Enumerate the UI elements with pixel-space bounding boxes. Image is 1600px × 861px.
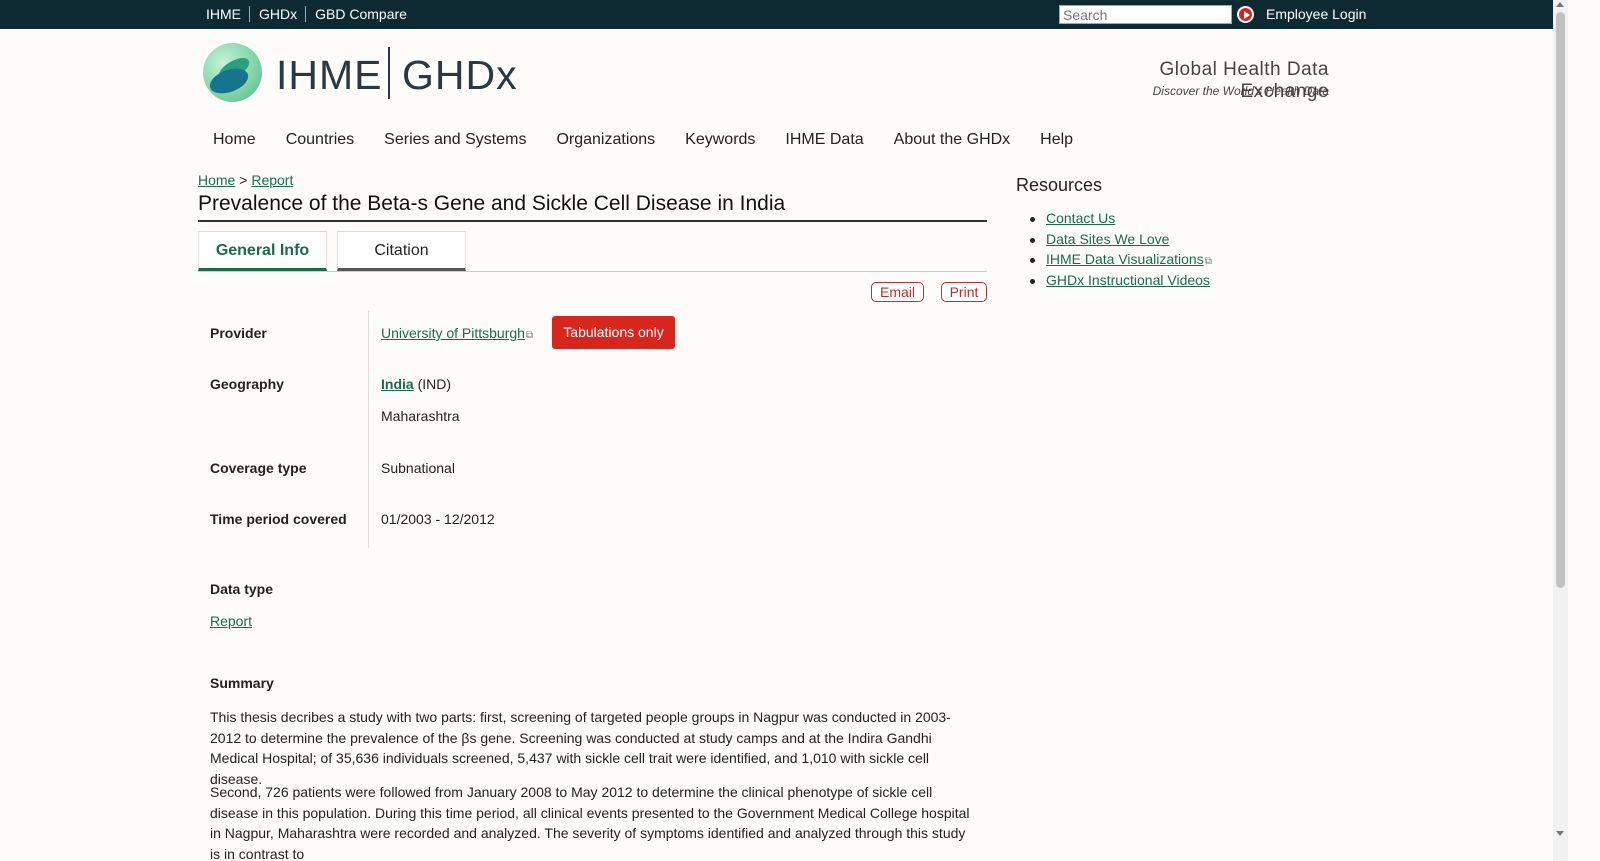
resource-item: IHME Data Visualizations⧉ [1030,251,1212,272]
geography-label: Geography [210,376,284,392]
top-link-ihme[interactable]: IHME [203,6,250,22]
main-nav: Home Countries Series and Systems Organi… [213,131,1103,149]
provider-link[interactable]: University of Pittsburgh [381,325,525,341]
logo-ihme-text[interactable]: IHME [276,52,383,99]
site-subtagline: Discover the World's Health Data [1152,84,1329,98]
logo-ghdx-text[interactable]: GHDx [402,52,518,99]
time-period-value: 01/2003 - 12/2012 [381,511,495,527]
resource-link-contact-us[interactable]: Contact Us [1046,210,1115,226]
nav-series-and-systems[interactable]: Series and Systems [384,131,526,149]
nav-ihme-data[interactable]: IHME Data [785,131,863,149]
data-type-label: Data type [210,581,274,597]
email-button[interactable]: Email [871,282,924,302]
top-bar: IHME GHDx GBD Compare Employee Login [0,0,1553,29]
page-scrollbar[interactable] [1553,0,1568,861]
employee-login-link[interactable]: Employee Login [1266,6,1366,22]
summary-paragraph-1: This thesis decribes a study with two pa… [210,709,951,787]
summary-label: Summary [210,675,274,691]
external-link-icon: ⧉ [525,330,534,341]
search-submit-icon[interactable] [1237,6,1254,23]
resources-list: Contact Us Data Sites We Love IHME Data … [1030,210,1212,292]
resource-item: Data Sites We Love [1030,231,1212,252]
resources-title: Resources [1016,175,1103,195]
nav-help[interactable]: Help [1040,131,1073,149]
geography-region: Maharashtra [381,408,460,424]
nav-countries[interactable]: Countries [286,131,354,149]
tab-general-info[interactable]: General Info [198,231,327,271]
details-divider [368,311,369,548]
scroll-up-arrow-icon[interactable] [1556,2,1564,7]
scrollbar-thumb[interactable] [1556,12,1565,588]
time-period-label: Time period covered [210,511,347,527]
resource-link-videos[interactable]: GHDx Instructional Videos [1046,272,1210,288]
provider-value: University of Pittsburgh⧉ [381,325,533,341]
geography-value: India (IND) [381,376,451,392]
top-links: IHME GHDx GBD Compare [203,6,421,22]
scroll-down-arrow-icon[interactable] [1556,831,1564,836]
resource-link-data-sites[interactable]: Data Sites We Love [1046,231,1169,247]
data-type-link[interactable]: Report [210,613,252,629]
tab-citation[interactable]: Citation [337,231,466,271]
geography-country-link[interactable]: India [381,376,414,392]
search-input[interactable] [1059,5,1232,24]
summary-paragraph-2: Second, 726 patients were followed from … [210,784,970,861]
resource-link-visualizations[interactable]: IHME Data Visualizations [1046,251,1204,267]
nav-home[interactable]: Home [213,131,256,149]
breadcrumb-report-link[interactable]: Report [251,172,293,188]
print-button[interactable]: Print [941,282,987,302]
coverage-type-label: Coverage type [210,460,307,476]
nav-about-ghdx[interactable]: About the GHDx [894,131,1011,149]
tabulations-only-badge[interactable]: Tabulations only [552,316,675,349]
coverage-type-value: Subnational [381,460,455,476]
tab-bar: General Info Citation [198,231,987,272]
ihme-logo-icon[interactable] [203,43,262,102]
nav-keywords[interactable]: Keywords [685,131,755,149]
breadcrumb-separator: > [239,172,248,188]
top-link-gbd-compare[interactable]: GBD Compare [312,6,415,22]
resource-item: GHDx Instructional Videos [1030,272,1212,293]
top-link-ghdx[interactable]: GHDx [256,6,307,22]
breadcrumb: Home > Report [198,172,293,188]
breadcrumb-home-link[interactable]: Home [198,172,235,188]
resource-item: Contact Us [1030,210,1212,231]
logo-divider [388,47,390,99]
external-link-icon: ⧉ [1204,256,1212,267]
geography-code: (IND) [417,376,451,392]
page-title: Prevalence of the Beta-s Gene and Sickle… [198,192,987,222]
provider-label: Provider [210,325,267,341]
nav-organizations[interactable]: Organizations [556,131,655,149]
